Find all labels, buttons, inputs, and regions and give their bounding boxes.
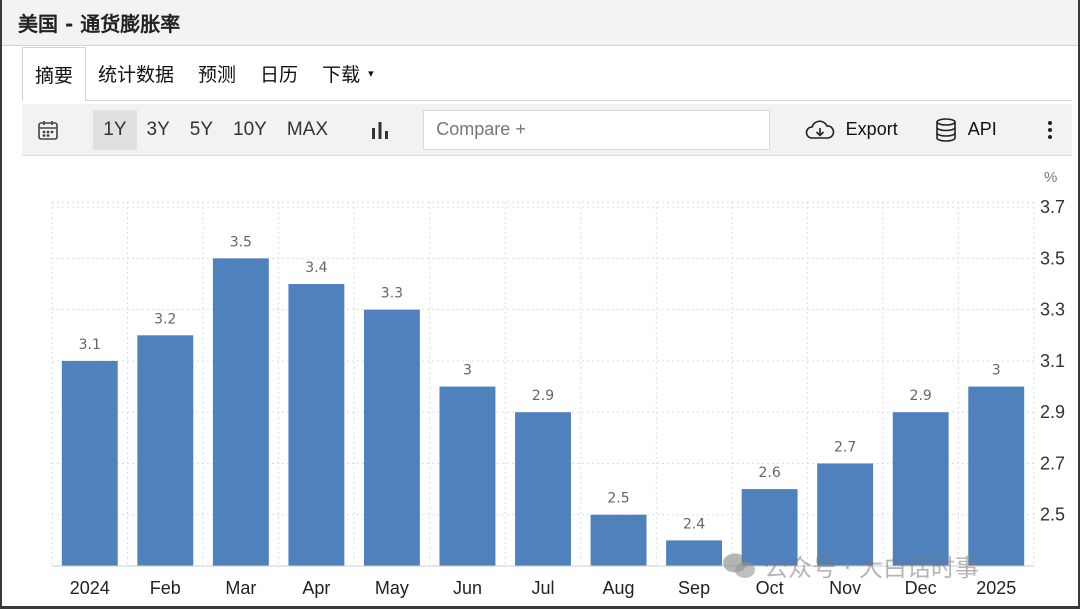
tab-label: 下载 (322, 64, 361, 86)
range-5y-button[interactable]: 5Y (180, 110, 223, 150)
x-tick-label: Jul (531, 578, 554, 598)
tab-download[interactable]: 下载 ▾ (310, 47, 386, 100)
data-label: 3.2 (154, 311, 176, 327)
api-label: API (967, 119, 997, 139)
tab-label: 预测 (198, 64, 237, 86)
range-10y-button[interactable]: 10Y (223, 110, 277, 150)
x-tick-label: Apr (302, 578, 330, 598)
bar (363, 309, 420, 566)
data-label: 2.9 (910, 388, 932, 404)
database-icon (935, 117, 956, 142)
y-tick-label: 2.9 (1040, 402, 1065, 422)
page-title: 美国 - 通货膨胀率 (18, 12, 181, 36)
bar (968, 386, 1025, 566)
watermark-text: 公众号 · 大白话时事 (764, 554, 979, 582)
y-tick-label: 2.5 (1040, 505, 1065, 525)
more-vertical-icon[interactable] (1029, 110, 1072, 150)
tab-statistics[interactable]: 统计数据 (86, 47, 186, 100)
y-unit-label: % (1044, 169, 1057, 186)
calendar-icon[interactable] (26, 110, 69, 150)
data-label: 2.9 (532, 388, 554, 404)
bar (439, 386, 496, 566)
bar-chart-icon[interactable] (358, 110, 401, 150)
x-tick-label: Aug (603, 578, 635, 598)
chevron-down-icon: ▾ (368, 67, 374, 80)
x-tick-label: Mar (225, 578, 256, 598)
watermark: 公众号 · 大白话时事 (722, 548, 979, 583)
tab-bar: 摘要 统计数据 预测 日历 下载 ▾ (22, 47, 1072, 101)
bar (666, 540, 723, 566)
data-label: 3.5 (230, 234, 252, 250)
y-tick-label: 3.5 (1040, 248, 1065, 268)
bar (212, 258, 269, 566)
compare-input[interactable]: Compare + (423, 109, 770, 150)
data-label: 2.5 (607, 491, 629, 507)
tab-label: 摘要 (35, 65, 74, 87)
tab-label: 日历 (260, 64, 299, 86)
wechat-icon (723, 553, 755, 578)
y-tick-label: 2.7 (1040, 453, 1065, 473)
bar (515, 412, 571, 566)
tab-forecast[interactable]: 预测 (186, 47, 248, 100)
chart-area: 3.7 3.5 3.3 3.1 2.9 2.7 2.5% 3.1 2024 3.2 Feb 3.5 Ma… (22, 156, 1072, 601)
range-3y-button[interactable]: 3Y (137, 110, 180, 150)
y-tick-label: 3.7 (1040, 197, 1065, 217)
chart-toolbar: 1Y 3Y 5Y 10Y MAX Compare + Export API (22, 104, 1072, 156)
range-1y-button[interactable]: 1Y (93, 109, 137, 150)
export-button[interactable]: Export (796, 110, 906, 150)
y-tick-label: 3.1 (1040, 351, 1065, 371)
x-tick-label: 2025 (976, 578, 1016, 598)
x-tick-label: May (375, 578, 409, 598)
inflation-bar-chart: 3.7 3.5 3.3 3.1 2.9 2.7 2.5% 3.1 2024 3.2 Feb 3.5 Ma… (51, 169, 1065, 598)
data-label: 2.7 (834, 439, 856, 455)
bar (61, 360, 118, 566)
tab-summary[interactable]: 摘要 (22, 47, 87, 101)
tab-calendar[interactable]: 日历 (248, 47, 310, 100)
tab-label: 统计数据 (98, 64, 175, 86)
y-tick-label: 3.3 (1040, 300, 1065, 320)
data-label: 3.3 (381, 286, 403, 302)
bar (892, 412, 949, 566)
bar (590, 514, 647, 566)
x-tick-label: Jun (453, 578, 482, 598)
range-max-button[interactable]: MAX (277, 110, 338, 150)
x-tick-label: Sep (678, 578, 710, 598)
data-label: 3 (992, 363, 1001, 379)
data-label: 3.1 (79, 337, 101, 353)
x-tick-label: Feb (150, 578, 181, 598)
data-label: 2.4 (683, 516, 705, 532)
cloud-download-icon (805, 119, 834, 139)
bar (137, 335, 194, 566)
api-button[interactable]: API (926, 110, 1005, 150)
bar (288, 284, 345, 566)
data-label: 3 (463, 363, 472, 379)
data-label: 2.6 (758, 465, 780, 481)
export-label: Export (845, 119, 898, 139)
title-bar: 美国 - 通货膨胀率 (2, 0, 1078, 46)
x-tick-label: 2024 (70, 578, 110, 598)
data-label: 3.4 (305, 260, 327, 276)
